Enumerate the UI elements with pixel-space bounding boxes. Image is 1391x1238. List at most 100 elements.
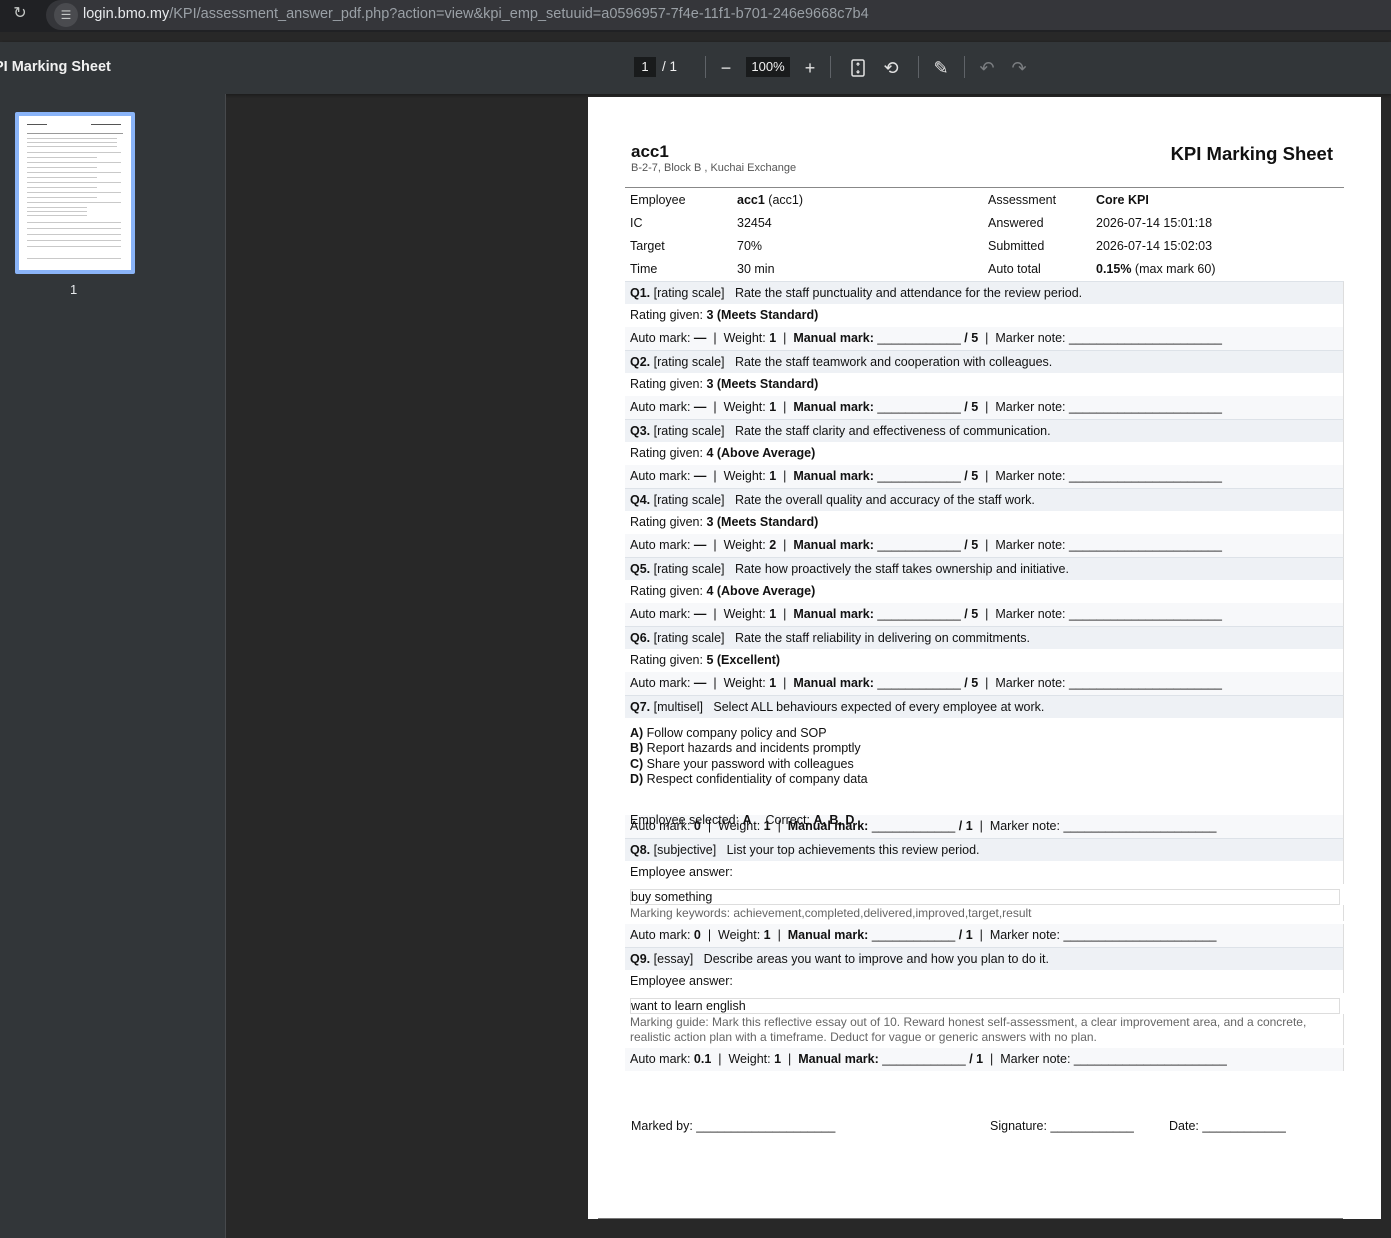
marker-note-field[interactable]: ______________________ <box>1069 607 1222 621</box>
question-row: Q5. [rating scale] Rate how proactively … <box>625 557 1344 580</box>
question-row: Q8. [subjective] List your top achieveme… <box>625 838 1344 861</box>
info-value: 0.15% (max mark 60) <box>1096 262 1216 276</box>
browser-address-bar: ↻ ☰ login.bmo.my/KPI/assessment_answer_p… <box>0 0 1391 32</box>
marks-row: Auto mark: — | Weight: 2 | Manual mark: … <box>625 534 1344 557</box>
rating-row: Rating given: 4 (Above Average) <box>625 442 1344 465</box>
info-row: Target 70% Submitted 2026-07-14 15:02:03 <box>625 235 1344 258</box>
option-item: D) Respect confidentiality of company da… <box>630 771 868 786</box>
manual-mark-field[interactable]: ____________ <box>877 469 960 483</box>
rating-row: Rating given: 4 (Above Average) <box>625 580 1344 603</box>
info-value: 70% <box>737 239 763 253</box>
marks-row: Auto mark: — | Weight: 1 | Manual mark: … <box>625 327 1344 350</box>
toolbar-divider <box>705 56 706 78</box>
date-field: Date: ____________ <box>1169 1119 1286 1133</box>
marker-note-field[interactable]: ______________________ <box>1074 1052 1227 1066</box>
info-value: acc1 (acc1) <box>737 193 804 207</box>
option-item: B) Report hazards and incidents promptly <box>630 741 861 756</box>
page-number-input[interactable]: 1 <box>634 57 656 77</box>
question-row: Q9. [essay] Describe areas you want to i… <box>625 947 1344 970</box>
employee-answer: want to learn english <box>630 998 1340 1014</box>
marker-note-field[interactable]: ______________________ <box>1069 469 1222 483</box>
info-label: IC <box>630 216 643 230</box>
questions-table: Q1. [rating scale] Rate the staff punctu… <box>625 281 1344 1071</box>
marks-row: Auto mark: — | Weight: 1 | Manual mark: … <box>625 465 1344 488</box>
info-label: Assessment <box>988 193 1057 207</box>
info-row: Time 30 min Auto total 0.15% (max mark 6… <box>625 258 1344 281</box>
question-row: Q2. [rating scale] Rate the staff teamwo… <box>625 350 1344 373</box>
toolbar-divider <box>964 56 965 78</box>
info-label: Answered <box>988 216 1044 230</box>
manual-mark-field[interactable]: ____________ <box>877 331 960 345</box>
pdf-page: acc1 B-2-7, Block B , Kuchai Exchange KP… <box>588 97 1381 1219</box>
manual-mark-field[interactable]: ____________ <box>877 607 960 621</box>
question-row: Q7. [multisel] Select ALL behaviours exp… <box>625 695 1344 718</box>
info-value: 2026-07-14 15:01:18 <box>1096 216 1213 230</box>
question-row: Q4. [rating scale] Rate the overall qual… <box>625 488 1344 511</box>
info-value: 30 min <box>737 262 775 276</box>
info-label: Target <box>630 239 665 253</box>
rotate-icon[interactable]: ⟲ <box>878 55 904 81</box>
marker-note-field[interactable]: ______________________ <box>1069 538 1222 552</box>
page-count: / 1 <box>662 59 678 74</box>
undo-icon[interactable]: ↶ <box>974 55 1000 81</box>
question-row: Q6. [rating scale] Rate the staff reliab… <box>625 626 1344 649</box>
option-item: A) Follow company policy and SOP <box>630 726 827 740</box>
omnibox[interactable]: ☰ login.bmo.my/KPI/assessment_answer_pdf… <box>46 0 1391 30</box>
thumbnail-page-number: 1 <box>70 282 78 297</box>
header-divider <box>625 187 1344 188</box>
document-title: PI Marking Sheet <box>0 59 111 75</box>
fit-page-icon[interactable] <box>845 55 871 81</box>
answer-block: want to learn english Marking guide: Mark… <box>625 998 1344 1048</box>
marker-note-field[interactable]: ______________________ <box>1069 400 1222 414</box>
zoom-out-icon[interactable]: − <box>713 55 739 81</box>
info-row: Employee acc1 (acc1) Assessment Core KPI <box>625 189 1344 212</box>
employee-answer: buy something <box>630 889 1340 905</box>
selection-summary: Employee selected: A Correct: A, B, D <box>630 813 855 828</box>
toolbar-divider <box>830 56 831 78</box>
marker-note-field[interactable]: ______________________ <box>1063 928 1216 942</box>
marks-row: Auto mark: — | Weight: 1 | Manual mark: … <box>625 603 1344 626</box>
company-name: acc1 <box>631 142 669 161</box>
info-label: Auto total <box>988 262 1041 276</box>
manual-mark-field[interactable]: ____________ <box>877 538 960 552</box>
answer-label: Employee answer: <box>625 970 1344 993</box>
answer-label: Employee answer: <box>625 861 1344 884</box>
question-row: Q3. [rating scale] Rate the staff clarit… <box>625 419 1344 442</box>
info-value: 32454 <box>737 216 772 230</box>
page-thumbnail[interactable] <box>15 112 135 274</box>
marker-note-field[interactable]: ______________________ <box>1069 676 1222 690</box>
url-text[interactable]: login.bmo.my/KPI/assessment_answer_pdf.p… <box>83 6 869 22</box>
manual-mark-field[interactable]: ____________ <box>872 928 955 942</box>
rating-row: Rating given: 3 (Meets Standard) <box>625 511 1344 534</box>
marks-row: Auto mark: — | Weight: 1 | Manual mark: … <box>625 672 1344 695</box>
marker-note-field[interactable]: ______________________ <box>1069 331 1222 345</box>
redo-icon[interactable]: ↷ <box>1006 55 1032 81</box>
toolbar-divider <box>918 56 919 78</box>
info-label: Submitted <box>988 239 1045 253</box>
reload-icon[interactable]: ↻ <box>4 0 36 28</box>
rating-row: Rating given: 3 (Meets Standard) <box>625 373 1344 396</box>
manual-mark-field[interactable]: ____________ <box>882 1052 965 1066</box>
options-block: A) Follow company policy and SOP B) Repor… <box>625 718 1344 827</box>
info-label: Employee <box>630 193 686 207</box>
marked-by-field: Marked by: ____________________ <box>631 1119 836 1133</box>
annotate-icon[interactable]: ✎ <box>928 55 954 81</box>
rating-row: Rating given: 5 (Excellent) <box>625 649 1344 672</box>
company-address: B-2-7, Block B , Kuchai Exchange <box>631 162 797 174</box>
info-label: Time <box>630 262 658 276</box>
page-bottom-rule <box>598 1218 1343 1219</box>
signature-field: Signature: ____________ <box>990 1119 1134 1133</box>
pdf-toolbar: PI Marking Sheet 1 / 1 − 100% + ⟲ ✎ ↶ ↷ <box>0 42 1391 94</box>
info-value: Core KPI <box>1096 193 1149 207</box>
zoom-level-input[interactable]: 100% <box>746 57 790 77</box>
info-row: IC 32454 Answered 2026-07-14 15:01:18 <box>625 212 1344 235</box>
answer-block: buy something Marking keywords: achieveme… <box>625 889 1344 924</box>
zoom-in-icon[interactable]: + <box>797 55 823 81</box>
manual-mark-field[interactable]: ____________ <box>877 676 960 690</box>
manual-mark-field[interactable]: ____________ <box>877 400 960 414</box>
question-row: Q1. [rating scale] Rate the staff punctu… <box>625 281 1344 304</box>
employee-info-table: Employee acc1 (acc1) Assessment Core KPI… <box>625 189 1344 281</box>
site-info-icon[interactable]: ☰ <box>54 3 78 27</box>
marking-guide: Marking guide: Mark this reflective essa… <box>625 1014 1344 1045</box>
rating-row: Rating given: 3 (Meets Standard) <box>625 304 1344 327</box>
